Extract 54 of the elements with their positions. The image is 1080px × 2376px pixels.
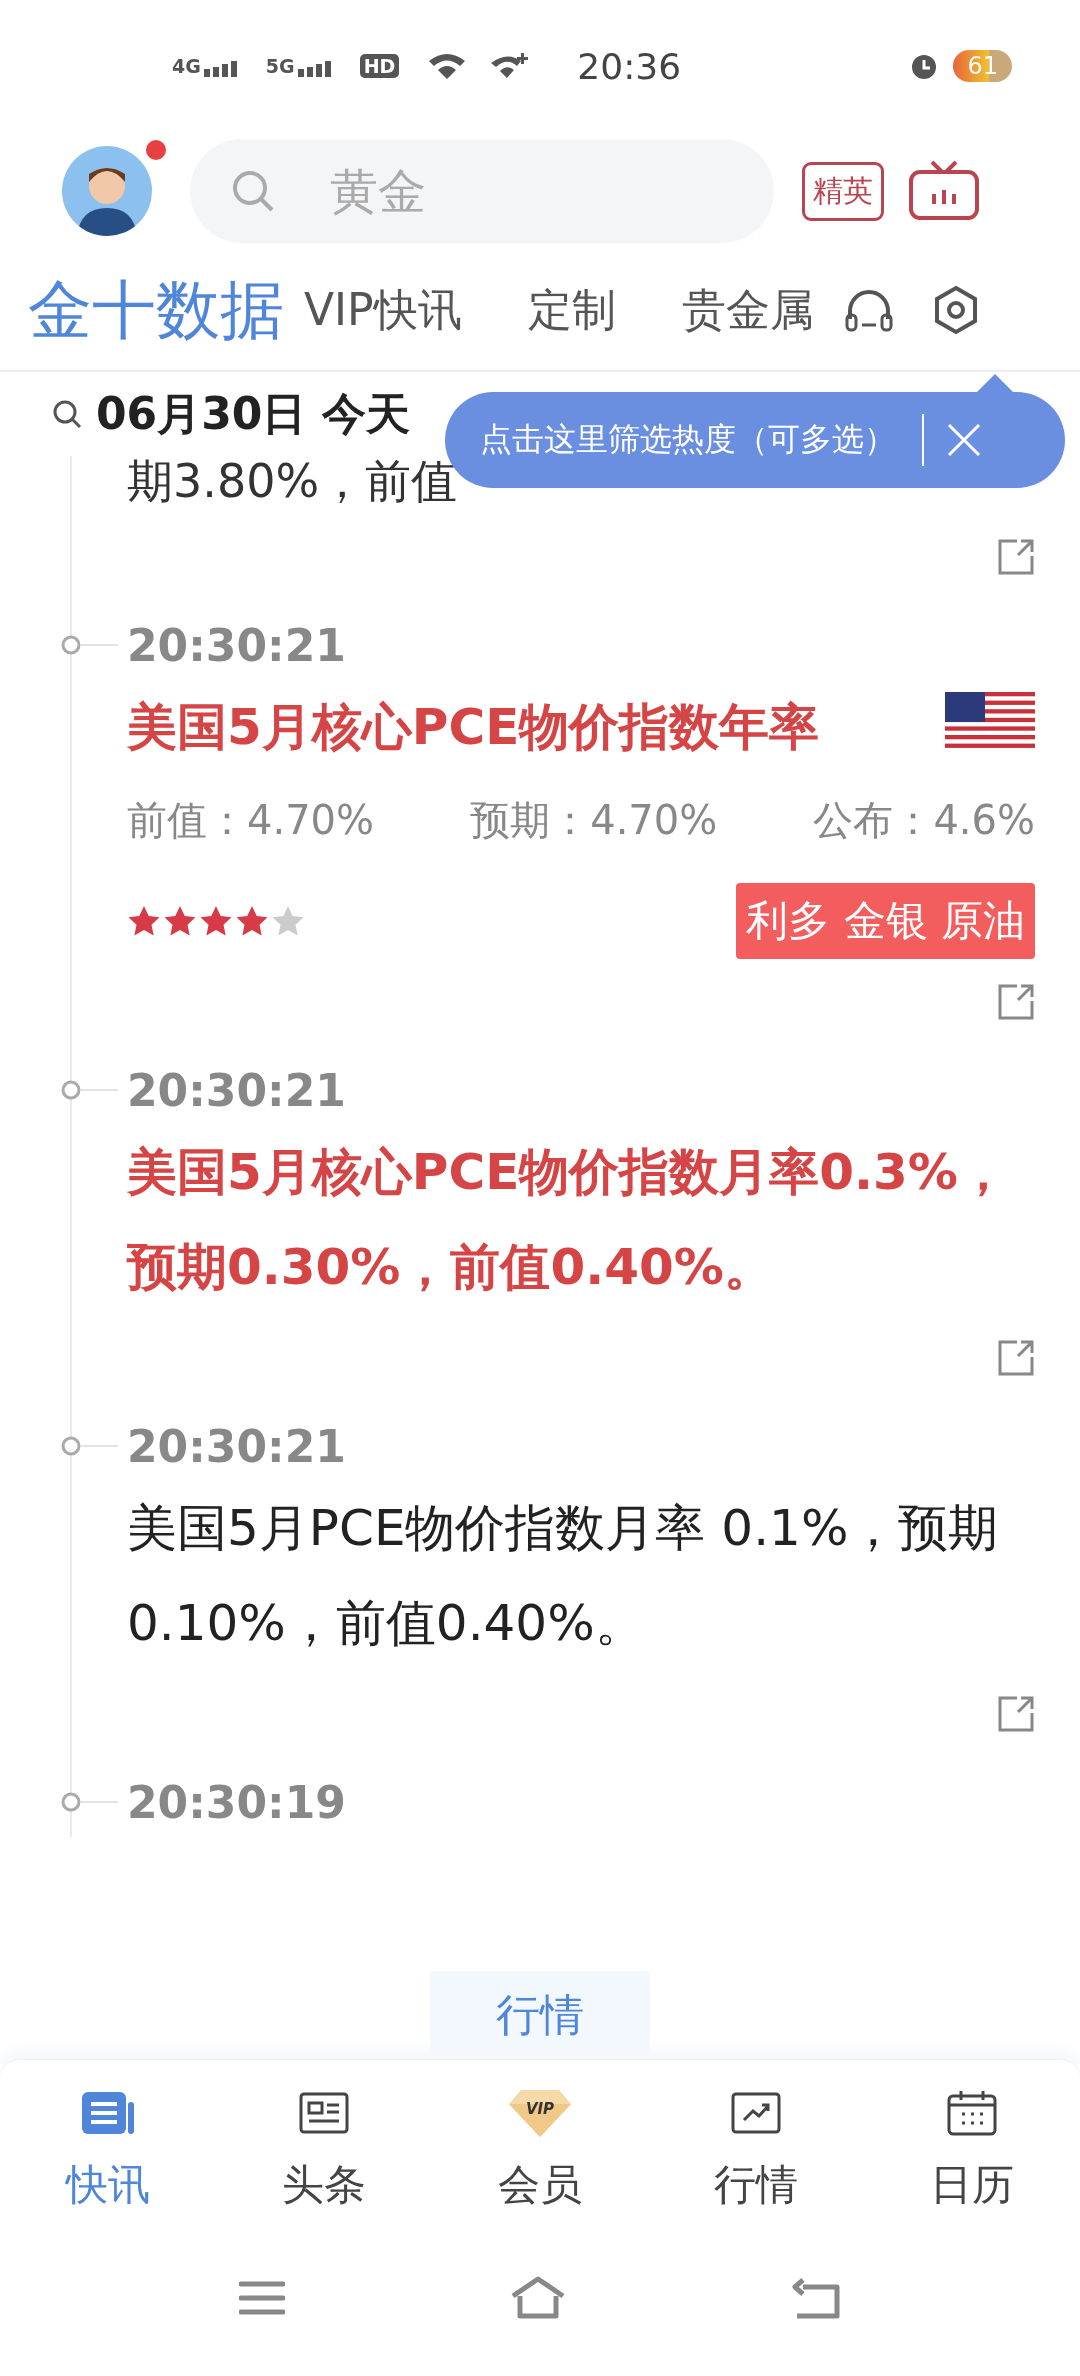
wifi-icon	[427, 51, 468, 81]
news-title[interactable]: 美国5月核心PCE物价指数年率	[127, 680, 872, 775]
home-icon[interactable]	[510, 2276, 566, 2320]
impact-tag: 利多 金银 原油	[736, 883, 1035, 959]
nav-tab[interactable]: VIP快讯	[304, 280, 462, 340]
tab-bar-item[interactable]: 头条	[216, 2060, 432, 2240]
tooltip-text: 点击这里筛选热度（可多选）	[480, 419, 896, 460]
nav-tab[interactable]: 定制	[527, 280, 616, 340]
news-time: 20:30:21	[127, 1420, 346, 1472]
headset-icon[interactable]	[843, 287, 894, 333]
diamond-icon: VIP	[507, 2088, 573, 2138]
app-logo: 金十数据	[28, 271, 284, 349]
news-text[interactable]: 美国5月核心PCE物价指数月率0.3%，预期0.30%，前值0.40%。	[127, 1125, 1080, 1315]
star-icon	[199, 904, 233, 938]
star-icon	[235, 904, 269, 938]
network-label: HD	[359, 54, 400, 78]
star-icon	[127, 904, 161, 938]
data-value: 前值：4.70%	[127, 795, 375, 845]
share-icon[interactable]	[997, 1695, 1035, 1733]
news-text[interactable]: 美国5月PCE物价指数月率 0.1%，预期0.10%，前值0.40%。	[127, 1481, 1080, 1671]
back-icon[interactable]	[791, 2277, 841, 2319]
search-icon	[230, 168, 276, 214]
battery-icon: 61	[953, 50, 1012, 82]
status-time: 20:36	[577, 45, 682, 87]
close-icon[interactable]	[946, 422, 982, 458]
news-time: 20:30:21	[127, 1064, 346, 1116]
share-icon[interactable]	[997, 983, 1035, 1021]
tab-bar-item[interactable]: VIP 会员	[432, 2060, 648, 2240]
news-time: 20:30:21	[127, 619, 346, 671]
tab-bar-item[interactable]: 快讯	[0, 2060, 216, 2240]
elite-button[interactable]: 精英	[802, 161, 884, 221]
date-label: 06月30日 今天	[96, 386, 410, 441]
signal-icon	[203, 59, 238, 77]
chart-icon	[731, 2092, 781, 2134]
calendar-icon	[947, 2090, 997, 2136]
news-time: 20:30:19	[127, 1776, 346, 1828]
list-icon	[82, 2092, 134, 2134]
data-value: 预期：4.70%	[470, 795, 718, 845]
data-value: 公布：4.6%	[813, 795, 1035, 845]
share-icon[interactable]	[997, 1339, 1035, 1377]
star-icon	[163, 904, 197, 938]
network-label: 5G	[265, 55, 295, 77]
newspaper-icon	[299, 2092, 349, 2134]
share-icon[interactable]	[997, 538, 1035, 576]
search-icon[interactable]	[52, 399, 82, 429]
signal-icon	[297, 59, 332, 77]
network-label: 4G	[172, 55, 201, 77]
star-icon	[271, 904, 305, 938]
search-field[interactable]: 黄金	[190, 139, 774, 243]
tv-icon[interactable]	[908, 160, 980, 222]
tab-bar-item[interactable]: 行情	[648, 2060, 864, 2240]
nav-tab[interactable]: 贵金属	[681, 280, 814, 340]
menu-icon[interactable]	[239, 2280, 285, 2316]
tab-bar-item[interactable]: 日历	[864, 2060, 1080, 2240]
